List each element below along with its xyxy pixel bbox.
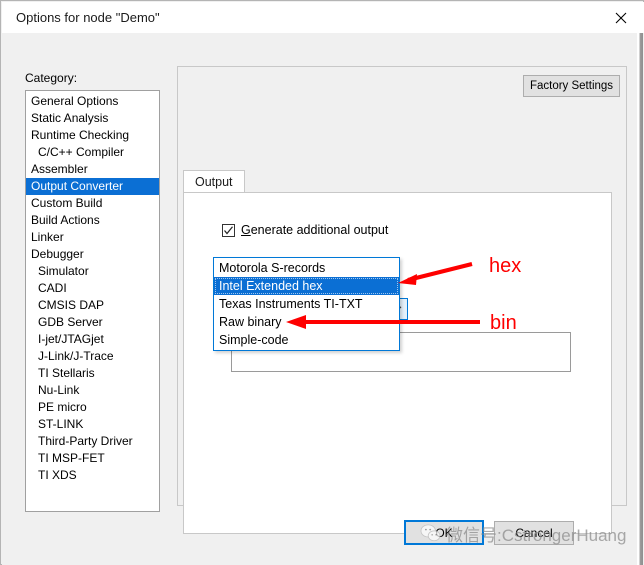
category-label: Category:	[25, 71, 78, 85]
sidebar-item-st-link[interactable]: ST-LINK	[26, 416, 159, 433]
sidebar-item-gdb-server[interactable]: GDB Server	[26, 314, 159, 331]
checkbox-label-rest: enerate additional output	[250, 223, 389, 237]
close-icon-glyph	[615, 12, 627, 23]
sidebar-item-ti-stellaris[interactable]: TI Stellaris	[26, 365, 159, 382]
sidebar-item-pe-micro[interactable]: PE micro	[26, 399, 159, 416]
checkbox-accel-letter: G	[241, 223, 251, 237]
ok-button[interactable]: OK	[404, 520, 484, 545]
cancel-button[interactable]: Cancel	[494, 521, 574, 545]
annotation-hex-label: hex	[489, 255, 522, 277]
sidebar-item-simulator[interactable]: Simulator	[26, 263, 159, 280]
dropdown-option-motorola-s-records[interactable]: Motorola S-records	[214, 259, 399, 277]
sidebar-item-assembler[interactable]: Assembler	[26, 161, 159, 178]
sidebar-item-ti-xds[interactable]: TI XDS	[26, 467, 159, 484]
sidebar-item-third-party-driver[interactable]: Third-Party Driver	[26, 433, 159, 450]
window-title: Options for node "Demo"	[16, 10, 160, 25]
sidebar-item-nu-link[interactable]: Nu-Link	[26, 382, 159, 399]
annotation-bin-label: bin	[490, 312, 517, 334]
output-format-dropdown-list[interactable]: Motorola S-records Intel Extended hex Texa…	[213, 257, 400, 351]
sidebar-item-custom-build[interactable]: Custom Build	[26, 195, 159, 212]
sidebar-item-linker[interactable]: Linker	[26, 229, 159, 246]
tab-content-output: Generate additional output Output format…	[183, 192, 612, 534]
check-icon	[224, 225, 233, 234]
sidebar-item-cmsis-dap[interactable]: CMSIS DAP	[26, 297, 159, 314]
options-dialog-window: Options for node "Demo" Category: Genera…	[0, 0, 644, 565]
sidebar-item-static-analysis[interactable]: Static Analysis	[26, 110, 159, 127]
sidebar-item-output-converter[interactable]: Output Converter	[26, 178, 159, 195]
checkbox-label: Generate additional output	[241, 223, 388, 237]
generate-additional-output-checkbox[interactable]: Generate additional output	[222, 223, 388, 237]
dropdown-option-intel-extended-hex[interactable]: Intel Extended hex	[214, 277, 399, 295]
dropdown-option-raw-binary[interactable]: Raw binary	[214, 313, 399, 331]
tab-strip: Output	[183, 170, 613, 193]
sidebar-item-i-jet-jtagjet[interactable]: I-jet/JTAGjet	[26, 331, 159, 348]
sidebar-item-c-c-compiler[interactable]: C/C++ Compiler	[26, 144, 159, 161]
sidebar-item-debugger[interactable]: Debugger	[26, 246, 159, 263]
sidebar-item-general-options[interactable]: General Options	[26, 93, 159, 110]
dropdown-option-texas-instruments-ti-txt[interactable]: Texas Instruments TI-TXT	[214, 295, 399, 313]
tab-output[interactable]: Output	[183, 170, 245, 193]
sidebar-item-runtime-checking[interactable]: Runtime Checking	[26, 127, 159, 144]
category-listbox[interactable]: General Options Static Analysis Runtime Ch…	[25, 90, 160, 512]
sidebar-item-j-link-j-trace[interactable]: J-Link/J-Trace	[26, 348, 159, 365]
factory-settings-button[interactable]: Factory Settings	[523, 75, 620, 97]
sidebar-item-ti-msp-fet[interactable]: TI MSP-FET	[26, 450, 159, 467]
window-right-edge	[637, 33, 643, 565]
checkbox-box	[222, 223, 235, 237]
title-bar: Options for node "Demo"	[2, 2, 644, 33]
close-icon[interactable]	[598, 2, 644, 33]
dropdown-option-simple-code[interactable]: Simple-code	[214, 331, 399, 349]
sidebar-item-build-actions[interactable]: Build Actions	[26, 212, 159, 229]
sidebar-item-cadi[interactable]: CADI	[26, 280, 159, 297]
